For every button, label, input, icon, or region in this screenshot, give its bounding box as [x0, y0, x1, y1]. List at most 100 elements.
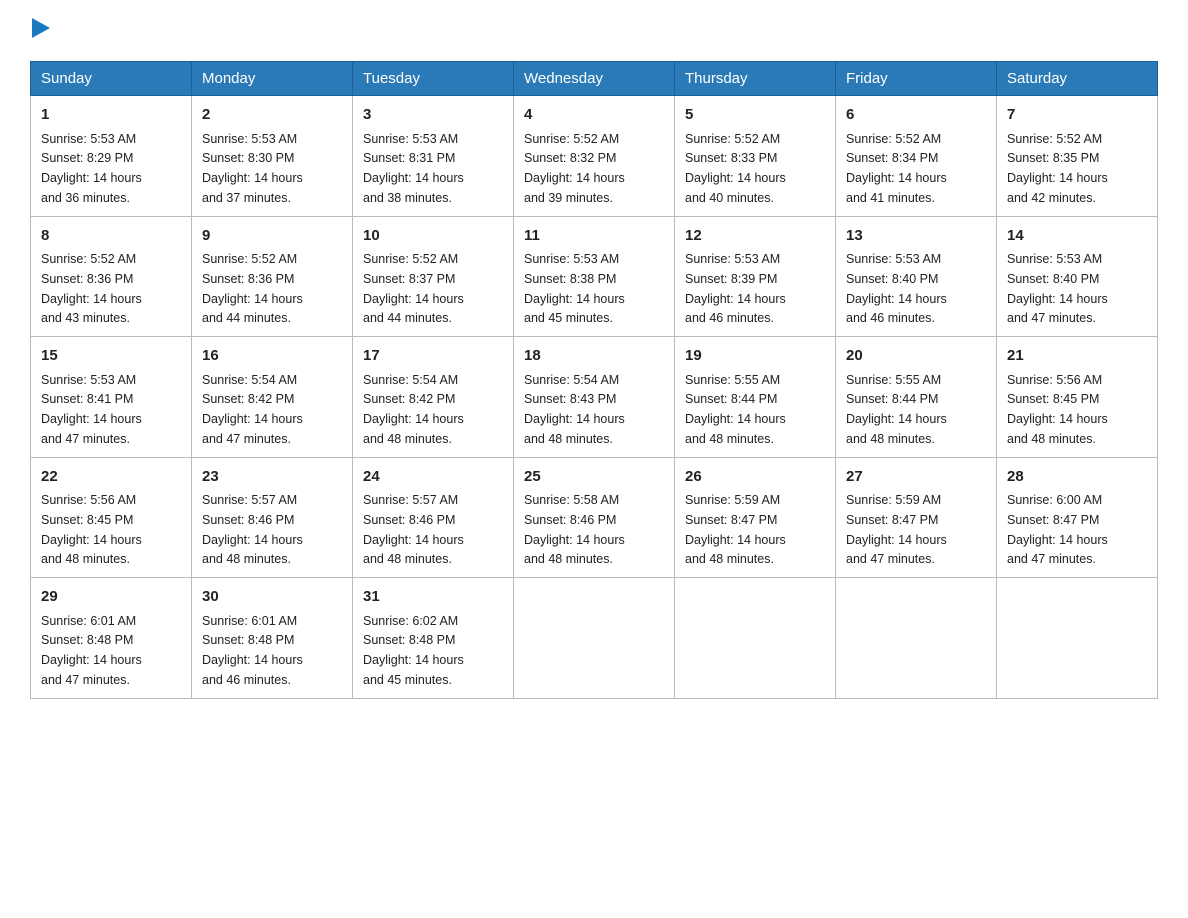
weekday-header-friday: Friday	[836, 62, 997, 96]
calendar-cell: 20 Sunrise: 5:55 AMSunset: 8:44 PMDaylig…	[836, 337, 997, 458]
day-info: Sunrise: 5:58 AMSunset: 8:46 PMDaylight:…	[524, 493, 625, 566]
day-number: 21	[1007, 345, 1147, 368]
day-info: Sunrise: 5:52 AMSunset: 8:34 PMDaylight:…	[846, 132, 947, 205]
day-number: 6	[846, 104, 986, 127]
day-info: Sunrise: 5:55 AMSunset: 8:44 PMDaylight:…	[846, 373, 947, 446]
calendar-cell: 29 Sunrise: 6:01 AMSunset: 8:48 PMDaylig…	[31, 578, 192, 699]
day-info: Sunrise: 6:01 AMSunset: 8:48 PMDaylight:…	[41, 614, 142, 687]
day-number: 5	[685, 104, 825, 127]
calendar-cell: 16 Sunrise: 5:54 AMSunset: 8:42 PMDaylig…	[192, 337, 353, 458]
calendar-cell: 4 Sunrise: 5:52 AMSunset: 8:32 PMDayligh…	[514, 96, 675, 217]
calendar-cell: 11 Sunrise: 5:53 AMSunset: 8:38 PMDaylig…	[514, 216, 675, 337]
calendar-cell: 17 Sunrise: 5:54 AMSunset: 8:42 PMDaylig…	[353, 337, 514, 458]
calendar-cell: 1 Sunrise: 5:53 AMSunset: 8:29 PMDayligh…	[31, 96, 192, 217]
calendar-cell: 28 Sunrise: 6:00 AMSunset: 8:47 PMDaylig…	[997, 457, 1158, 578]
day-info: Sunrise: 5:52 AMSunset: 8:37 PMDaylight:…	[363, 252, 464, 325]
day-info: Sunrise: 5:59 AMSunset: 8:47 PMDaylight:…	[685, 493, 786, 566]
calendar-cell: 25 Sunrise: 5:58 AMSunset: 8:46 PMDaylig…	[514, 457, 675, 578]
day-number: 31	[363, 586, 503, 609]
week-row-1: 1 Sunrise: 5:53 AMSunset: 8:29 PMDayligh…	[31, 96, 1158, 217]
day-info: Sunrise: 5:52 AMSunset: 8:36 PMDaylight:…	[202, 252, 303, 325]
day-info: Sunrise: 5:52 AMSunset: 8:33 PMDaylight:…	[685, 132, 786, 205]
weekday-header-sunday: Sunday	[31, 62, 192, 96]
day-number: 4	[524, 104, 664, 127]
day-number: 28	[1007, 466, 1147, 489]
day-info: Sunrise: 5:54 AMSunset: 8:43 PMDaylight:…	[524, 373, 625, 446]
day-info: Sunrise: 5:54 AMSunset: 8:42 PMDaylight:…	[363, 373, 464, 446]
calendar-cell: 21 Sunrise: 5:56 AMSunset: 8:45 PMDaylig…	[997, 337, 1158, 458]
day-number: 2	[202, 104, 342, 127]
day-number: 27	[846, 466, 986, 489]
day-number: 3	[363, 104, 503, 127]
day-number: 22	[41, 466, 181, 489]
week-row-4: 22 Sunrise: 5:56 AMSunset: 8:45 PMDaylig…	[31, 457, 1158, 578]
calendar-cell	[836, 578, 997, 699]
calendar-cell: 27 Sunrise: 5:59 AMSunset: 8:47 PMDaylig…	[836, 457, 997, 578]
day-number: 20	[846, 345, 986, 368]
day-info: Sunrise: 5:55 AMSunset: 8:44 PMDaylight:…	[685, 373, 786, 446]
calendar-cell: 31 Sunrise: 6:02 AMSunset: 8:48 PMDaylig…	[353, 578, 514, 699]
weekday-header-wednesday: Wednesday	[514, 62, 675, 96]
weekday-header-saturday: Saturday	[997, 62, 1158, 96]
logo-triangle-icon	[32, 18, 50, 38]
calendar-cell: 18 Sunrise: 5:54 AMSunset: 8:43 PMDaylig…	[514, 337, 675, 458]
day-info: Sunrise: 5:57 AMSunset: 8:46 PMDaylight:…	[202, 493, 303, 566]
weekday-header-thursday: Thursday	[675, 62, 836, 96]
calendar-cell: 26 Sunrise: 5:59 AMSunset: 8:47 PMDaylig…	[675, 457, 836, 578]
day-info: Sunrise: 5:56 AMSunset: 8:45 PMDaylight:…	[1007, 373, 1108, 446]
day-info: Sunrise: 5:59 AMSunset: 8:47 PMDaylight:…	[846, 493, 947, 566]
day-number: 15	[41, 345, 181, 368]
day-info: Sunrise: 6:02 AMSunset: 8:48 PMDaylight:…	[363, 614, 464, 687]
day-number: 16	[202, 345, 342, 368]
day-number: 14	[1007, 225, 1147, 248]
calendar-cell: 10 Sunrise: 5:52 AMSunset: 8:37 PMDaylig…	[353, 216, 514, 337]
day-info: Sunrise: 5:54 AMSunset: 8:42 PMDaylight:…	[202, 373, 303, 446]
day-number: 30	[202, 586, 342, 609]
day-number: 11	[524, 225, 664, 248]
calendar-cell	[675, 578, 836, 699]
week-row-5: 29 Sunrise: 6:01 AMSunset: 8:48 PMDaylig…	[31, 578, 1158, 699]
day-info: Sunrise: 5:53 AMSunset: 8:40 PMDaylight:…	[846, 252, 947, 325]
calendar-cell: 2 Sunrise: 5:53 AMSunset: 8:30 PMDayligh…	[192, 96, 353, 217]
weekday-header-monday: Monday	[192, 62, 353, 96]
day-info: Sunrise: 5:57 AMSunset: 8:46 PMDaylight:…	[363, 493, 464, 566]
calendar-cell: 24 Sunrise: 5:57 AMSunset: 8:46 PMDaylig…	[353, 457, 514, 578]
calendar-cell: 30 Sunrise: 6:01 AMSunset: 8:48 PMDaylig…	[192, 578, 353, 699]
day-number: 25	[524, 466, 664, 489]
calendar-cell: 9 Sunrise: 5:52 AMSunset: 8:36 PMDayligh…	[192, 216, 353, 337]
logo	[30, 20, 50, 45]
calendar-cell: 3 Sunrise: 5:53 AMSunset: 8:31 PMDayligh…	[353, 96, 514, 217]
day-number: 29	[41, 586, 181, 609]
calendar-cell: 22 Sunrise: 5:56 AMSunset: 8:45 PMDaylig…	[31, 457, 192, 578]
calendar-cell: 12 Sunrise: 5:53 AMSunset: 8:39 PMDaylig…	[675, 216, 836, 337]
day-number: 9	[202, 225, 342, 248]
day-number: 8	[41, 225, 181, 248]
day-number: 17	[363, 345, 503, 368]
day-number: 26	[685, 466, 825, 489]
calendar-table: SundayMondayTuesdayWednesdayThursdayFrid…	[30, 61, 1158, 699]
day-number: 19	[685, 345, 825, 368]
weekday-header-row: SundayMondayTuesdayWednesdayThursdayFrid…	[31, 62, 1158, 96]
day-number: 12	[685, 225, 825, 248]
day-info: Sunrise: 5:52 AMSunset: 8:32 PMDaylight:…	[524, 132, 625, 205]
page-header	[30, 20, 1158, 45]
day-info: Sunrise: 6:01 AMSunset: 8:48 PMDaylight:…	[202, 614, 303, 687]
day-number: 13	[846, 225, 986, 248]
calendar-cell: 13 Sunrise: 5:53 AMSunset: 8:40 PMDaylig…	[836, 216, 997, 337]
calendar-cell	[514, 578, 675, 699]
calendar-cell: 19 Sunrise: 5:55 AMSunset: 8:44 PMDaylig…	[675, 337, 836, 458]
calendar-cell: 8 Sunrise: 5:52 AMSunset: 8:36 PMDayligh…	[31, 216, 192, 337]
calendar-cell: 7 Sunrise: 5:52 AMSunset: 8:35 PMDayligh…	[997, 96, 1158, 217]
week-row-3: 15 Sunrise: 5:53 AMSunset: 8:41 PMDaylig…	[31, 337, 1158, 458]
day-info: Sunrise: 5:53 AMSunset: 8:39 PMDaylight:…	[685, 252, 786, 325]
calendar-cell	[997, 578, 1158, 699]
day-number: 24	[363, 466, 503, 489]
day-number: 18	[524, 345, 664, 368]
day-info: Sunrise: 5:53 AMSunset: 8:30 PMDaylight:…	[202, 132, 303, 205]
day-info: Sunrise: 6:00 AMSunset: 8:47 PMDaylight:…	[1007, 493, 1108, 566]
day-info: Sunrise: 5:53 AMSunset: 8:38 PMDaylight:…	[524, 252, 625, 325]
calendar-cell: 5 Sunrise: 5:52 AMSunset: 8:33 PMDayligh…	[675, 96, 836, 217]
day-info: Sunrise: 5:53 AMSunset: 8:29 PMDaylight:…	[41, 132, 142, 205]
calendar-cell: 6 Sunrise: 5:52 AMSunset: 8:34 PMDayligh…	[836, 96, 997, 217]
day-info: Sunrise: 5:53 AMSunset: 8:41 PMDaylight:…	[41, 373, 142, 446]
